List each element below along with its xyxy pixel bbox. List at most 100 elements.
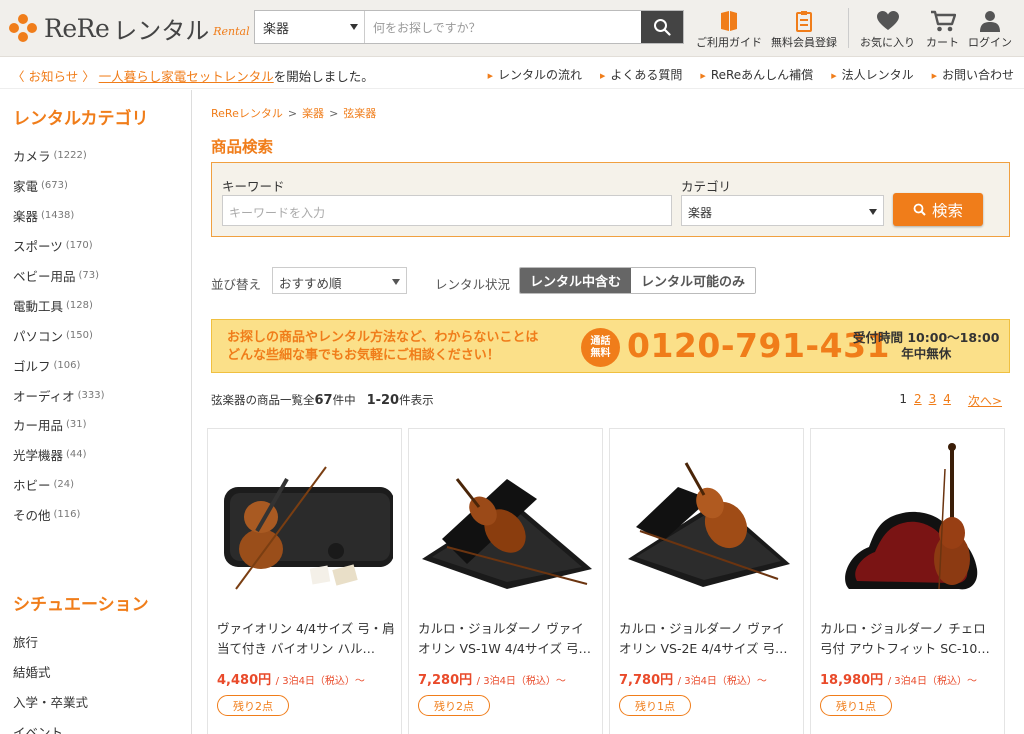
site-logo[interactable]: ReRe レンタル Rental <box>8 10 250 46</box>
results-total: 67 <box>314 393 333 408</box>
status-available-only[interactable]: レンタル可能のみ <box>631 268 756 293</box>
link-protection[interactable]: ReReあんしん補償 <box>700 66 813 83</box>
product-card[interactable]: カルロ・ジョルダーノ ヴァイオリン VS-2E 4/4サイズ 弓… 7,780円… <box>609 428 804 734</box>
link-contact[interactable]: お問い合わせ <box>932 66 1014 83</box>
keyword-input[interactable]: キーワードを入力 <box>222 195 672 226</box>
clipboard-icon <box>796 11 812 32</box>
nav-favorites[interactable]: お気に入り <box>860 8 915 52</box>
product-card[interactable]: カルロ・ジョルダーノ チェロ 弓付 アウトフィット SC-10… 18,980円… <box>810 428 1005 734</box>
status-include-rented[interactable]: レンタル中含む <box>520 268 632 293</box>
announcement-text: を開始しました。 <box>273 69 374 84</box>
price-amount: 18,980円 <box>820 673 884 688</box>
sidebar-item-power-tools[interactable]: 電動工具 (128) <box>13 290 191 320</box>
sidebar-item-golf[interactable]: ゴルフ (106) <box>13 350 191 380</box>
page-link[interactable]: 4 <box>943 392 951 409</box>
sidebar-item-wedding[interactable]: 結婚式 <box>13 656 191 686</box>
sidebar-item-pc[interactable]: パソコン (150) <box>13 320 191 350</box>
sidebar-item-appliances[interactable]: 家電 (673) <box>13 171 191 201</box>
contact-banner[interactable]: お探しの商品やレンタル方法など、わからないことは どんな些細な事でもお気軽にご相… <box>211 319 1010 373</box>
sidebar-item-hobby[interactable]: ホビー (24) <box>13 470 191 500</box>
notice-bar: 〈 お知らせ 〉 一人暮らし家電セットレンタルを開始しました。 レンタルの流れ … <box>0 57 1024 89</box>
product-search-button[interactable]: 検索 <box>893 193 983 226</box>
sidebar-item-event[interactable]: イベント <box>13 716 191 734</box>
toll-free-badge-line-2: 無料 <box>590 347 611 359</box>
category-count: (673) <box>41 180 68 192</box>
product-name[interactable]: カルロ・ジョルダーノ チェロ 弓付 アウトフィット SC-10… <box>820 619 998 659</box>
product-card[interactable]: ヴァイオリン 4/4サイズ 弓・肩当て付き バイオリン ハル… 4,480円 /… <box>207 428 402 734</box>
logo-script: Rental <box>213 24 250 38</box>
banner-message: お探しの商品やレンタル方法など、わからないことは どんな些細な事でもお気軽にご相… <box>227 329 538 365</box>
product-name[interactable]: カルロ・ジョルダーノ ヴァイオリン VS-2E 4/4サイズ 弓… <box>619 619 797 659</box>
business-hours-line-1: 受付時間 10:00〜18:00 <box>853 330 1000 345</box>
nav-guide[interactable]: ご利用ガイド <box>696 8 762 52</box>
price-unit: / 3泊4日（税込）〜 <box>677 676 767 687</box>
price-amount: 7,780円 <box>619 673 674 688</box>
nav-register[interactable]: 無料会員登録 <box>771 8 837 52</box>
category-count: (44) <box>66 449 87 461</box>
sidebar-item-travel[interactable]: 旅行 <box>13 627 191 657</box>
nav-login[interactable]: ログイン <box>968 8 1012 52</box>
announcement-link[interactable]: 一人暮らし家電セットレンタル <box>99 69 274 84</box>
category-name: ベビー用品 <box>13 269 76 284</box>
pagination: 1 2 3 4 次へ> <box>899 392 1002 409</box>
situations-heading: シチュエーション <box>13 594 149 615</box>
category-name: パソコン <box>13 328 64 344</box>
sidebar-item-audio[interactable]: オーディオ (333) <box>13 380 191 410</box>
violin-with-case-image <box>224 466 393 590</box>
heart-icon <box>876 11 899 30</box>
category-count: (150) <box>66 329 93 341</box>
sort-filter-row: 並び替え おすすめ順 レンタル状況 レンタル中含む レンタル可能のみ <box>211 267 771 295</box>
banner-line-2: どんな些細な事でもお気軽にご相談ください！ <box>227 348 500 363</box>
search-button[interactable] <box>641 11 683 43</box>
category-name: ゴルフ <box>13 358 51 374</box>
search-input[interactable]: 何をお探しですか？ <box>365 11 641 43</box>
sidebar-item-camera[interactable]: カメラ (1222) <box>13 141 191 171</box>
sidebar-item-baby[interactable]: ベビー用品 (73) <box>13 261 191 291</box>
category-name: 光学機器 <box>13 448 64 464</box>
logo-kana: レンタル <box>113 16 210 45</box>
cello-with-case-image <box>845 443 978 590</box>
category-select[interactable]: 楽器 <box>681 195 884 226</box>
nav-login-label: ログイン <box>968 36 1012 49</box>
nav-cart[interactable]: カート <box>926 8 959 52</box>
sidebar-item-car[interactable]: カー用品 (31) <box>13 410 191 440</box>
search-category-select[interactable]: 楽器 <box>255 11 365 43</box>
stock-badge: 残り1点 <box>820 695 892 716</box>
caret-down-icon <box>392 279 400 285</box>
stock-badge: 残り2点 <box>418 695 490 716</box>
sidebar-item-other[interactable]: その他 (116) <box>13 500 191 530</box>
sidebar-item-sports[interactable]: スポーツ (170) <box>13 231 191 261</box>
product-name[interactable]: カルロ・ジョルダーノ ヴァイオリン VS-1W 4/4サイズ 弓… <box>418 619 596 659</box>
page-link[interactable]: 2 <box>914 392 922 409</box>
breadcrumb-home[interactable]: ReReレンタル <box>211 107 283 120</box>
business-hours: 受付時間 10:00〜18:00 年中無休 <box>853 330 999 362</box>
caret-down-icon <box>350 24 358 30</box>
price-unit: / 3泊4日（税込）〜 <box>275 676 365 687</box>
category-count: (73) <box>78 270 100 281</box>
banner-line-1: お探しの商品やレンタル方法など、わからないことは <box>227 330 539 345</box>
sidebar-item-graduation[interactable]: 入学・卒業式 <box>13 686 191 716</box>
announcement: 〈 お知らせ 〉 一人暮らし家電セットレンタルを開始しました。 <box>12 66 374 85</box>
book-icon <box>721 11 737 31</box>
category-select-value: 楽器 <box>688 206 713 220</box>
link-rental-flow[interactable]: レンタルの流れ <box>488 66 582 83</box>
page-link[interactable]: 3 <box>929 392 937 409</box>
product-grid: ヴァイオリン 4/4サイズ 弓・肩当て付き バイオリン ハル… 4,480円 /… <box>207 428 1007 734</box>
product-name[interactable]: ヴァイオリン 4/4サイズ 弓・肩当て付き バイオリン ハル… <box>217 619 395 659</box>
breadcrumb-instruments[interactable]: 楽器 <box>302 107 324 120</box>
category-count: (116) <box>53 509 81 521</box>
search-icon <box>913 203 926 216</box>
link-faq[interactable]: よくある質問 <box>600 66 682 83</box>
product-card[interactable]: カルロ・ジョルダーノ ヴァイオリン VS-1W 4/4サイズ 弓… 7,280円… <box>408 428 603 734</box>
category-count: (1438) <box>41 210 75 222</box>
sort-select[interactable]: おすすめ順 <box>272 267 407 294</box>
sidebar-item-optics[interactable]: 光学機器 (44) <box>13 440 191 470</box>
phone-number: 0120-791-431 <box>627 326 891 365</box>
category-name: オーディオ <box>13 388 75 404</box>
link-corporate[interactable]: 法人レンタル <box>831 66 914 83</box>
page-next[interactable]: 次へ> <box>968 392 1002 409</box>
breadcrumb-strings[interactable]: 弦楽器 <box>343 107 376 120</box>
sidebar-item-instruments[interactable]: 楽器 (1438) <box>13 201 191 231</box>
cart-icon <box>930 10 956 32</box>
categories-heading: レンタルカテゴリ <box>13 109 149 129</box>
